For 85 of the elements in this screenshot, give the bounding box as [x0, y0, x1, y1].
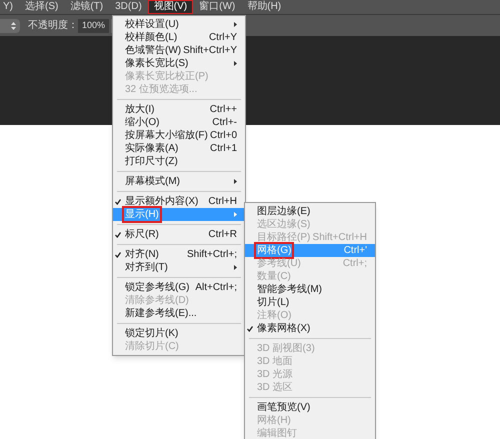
menu-item[interactable]: 按屏幕大小缩放(F) Ctrl+0	[113, 129, 245, 142]
menu-item[interactable]: 对齐(N) Shift+Ctrl+;	[113, 248, 245, 261]
shortcut-label: Ctrl+1	[210, 142, 237, 155]
menu-item-label: 按屏幕大小缩放(F)	[124, 129, 209, 142]
menu-item[interactable]: 色域警告(W) Shift+Ctrl+Y	[113, 44, 245, 57]
menu-item-label: 锁定切片(K)	[124, 327, 180, 340]
menu-item[interactable]: 切片(L)	[245, 296, 375, 309]
menu-item[interactable]: 像素长宽比(S)	[113, 57, 245, 70]
shortcut-label: Ctrl+R	[208, 228, 237, 241]
menu-item[interactable]: 缩小(O) Ctrl+-	[113, 116, 245, 129]
preset-dropdown[interactable]	[0, 18, 20, 32]
menu-item[interactable]: 智能参考线(M)	[245, 283, 375, 296]
dropdown-arrows-icon	[11, 22, 16, 30]
menu-item[interactable]: 画笔预览(V)	[245, 401, 375, 414]
menu-item-label: 智能参考线(M)	[256, 283, 323, 296]
menu-item[interactable]: 打印尺寸(Z)	[113, 155, 245, 168]
shortcut-label: Ctrl+'	[344, 244, 367, 257]
shortcut-label: Ctrl+-	[212, 116, 237, 129]
opacity-label: 不透明度：	[28, 18, 78, 33]
shortcut-label: Ctrl+0	[210, 129, 237, 142]
menu-item[interactable]: 校样设置(U)	[113, 18, 245, 31]
shortcut-label: Ctrl+;	[342, 257, 367, 270]
menu-item-label: 图层边缘(E)	[256, 205, 312, 218]
menu-item-label: 屏幕模式(M)	[124, 175, 181, 188]
menu-item[interactable]: 窗口(W)	[193, 0, 242, 14]
menu-item-label: 画笔预览(V)	[256, 401, 312, 414]
opacity-field[interactable]: 100%	[78, 18, 110, 32]
menu-item[interactable]: 显示额外内容(X) Ctrl+H	[113, 195, 245, 208]
menu-item[interactable]: Y)	[0, 0, 19, 14]
menu-item-label: 网格(H)	[256, 414, 292, 427]
menu-item-label: 编辑图钉	[256, 427, 298, 439]
menu-item-label: 对齐到(T)	[124, 261, 169, 274]
menu-item-label: 目标路径(P)	[256, 231, 312, 244]
menu-item[interactable]: 3D(D)	[109, 0, 148, 14]
shortcut-label: Shift+Ctrl+;	[186, 248, 237, 261]
menu-item[interactable]: 标尺(R) Ctrl+R	[113, 228, 245, 241]
menu-item-label: 校样颜色(L)	[124, 31, 178, 44]
menu-item-label: 对齐(N)	[124, 248, 160, 261]
menu-item-label: 显示(H)	[124, 208, 160, 221]
menu-item[interactable]: 新建参考线(E)...	[113, 307, 245, 320]
menu-item[interactable]: 实际像素(A) Ctrl+1	[113, 142, 245, 155]
menu-item-label: 锁定参考线(G)	[124, 281, 190, 294]
menu-item-label: 参考线(U)	[256, 257, 302, 270]
menu-item-label: 像素网格(X)	[256, 322, 312, 335]
shortcut-label: Ctrl+H	[208, 195, 237, 208]
menu-item[interactable]: 锁定参考线(G) Alt+Ctrl+;	[113, 281, 245, 294]
menu-item[interactable]: 选择(S)	[19, 0, 64, 14]
menu-item[interactable]: 对齐到(T)	[113, 261, 245, 274]
menu-item[interactable]: 图层边缘(E)	[245, 205, 375, 218]
menu-item-label: 切片(L)	[256, 296, 290, 309]
menu-item[interactable]: 屏幕模式(M)	[113, 175, 245, 188]
menu-item[interactable]: 放大(I) Ctrl++	[113, 103, 245, 116]
menu-item-label: 注释(O)	[256, 309, 292, 322]
menu-item-label: 显示额外内容(X)	[124, 195, 200, 208]
menu-item-label: 数量(C)	[256, 270, 292, 283]
menu-item[interactable]: 校样颜色(L) Ctrl+Y	[113, 31, 245, 44]
menu-item[interactable]: 滤镜(T)	[64, 0, 110, 14]
menu-item-label: 放大(I)	[124, 103, 156, 116]
menu-item-label: 校样设置(U)	[124, 18, 180, 31]
menu-item-label: 3D 光源	[256, 368, 294, 381]
menu-item-label: 3D 副视图(3)	[256, 342, 316, 355]
shortcut-label: Ctrl++	[210, 103, 237, 116]
menu-item[interactable]: 锁定切片(K)	[113, 327, 245, 340]
menu-item-label: 色域警告(W)	[124, 44, 182, 57]
menu-item[interactable]: 帮助(H)	[241, 0, 288, 14]
menu-item-label: 3D 选区	[256, 381, 294, 394]
menu-item-label: 网格(G)	[256, 244, 292, 257]
menu-item-label: 清除切片(C)	[124, 340, 180, 353]
menu-item-label: 3D 地面	[256, 355, 294, 368]
menu-item-label: 实际像素(A)	[124, 142, 180, 155]
menu-item-label: 像素长宽比校正(P)	[124, 70, 210, 83]
menu-item-label: 清除参考线(D)	[124, 294, 190, 307]
menu-item-label: 缩小(O)	[124, 116, 160, 129]
menu-item[interactable]: 像素网格(X)	[245, 322, 375, 335]
shortcut-label: Alt+Ctrl+;	[195, 281, 237, 294]
menu-item-label: 打印尺寸(Z)	[124, 155, 179, 168]
shortcut-label: Ctrl+Y	[208, 31, 237, 44]
shortcut-label: Shift+Ctrl+H	[312, 231, 367, 244]
shortcut-label: Shift+Ctrl+Y	[183, 44, 237, 57]
menu-item[interactable]: 视图(V)	[148, 0, 194, 14]
menu-item-label: 32 位预览选项...	[124, 83, 198, 96]
menu-item-label: 像素长宽比(S)	[124, 57, 190, 70]
menu-item-label: 标尺(R)	[124, 228, 160, 241]
menu-item-label: 新建参考线(E)...	[124, 307, 198, 320]
menu-item-label: 选区边缘(S)	[256, 218, 312, 231]
